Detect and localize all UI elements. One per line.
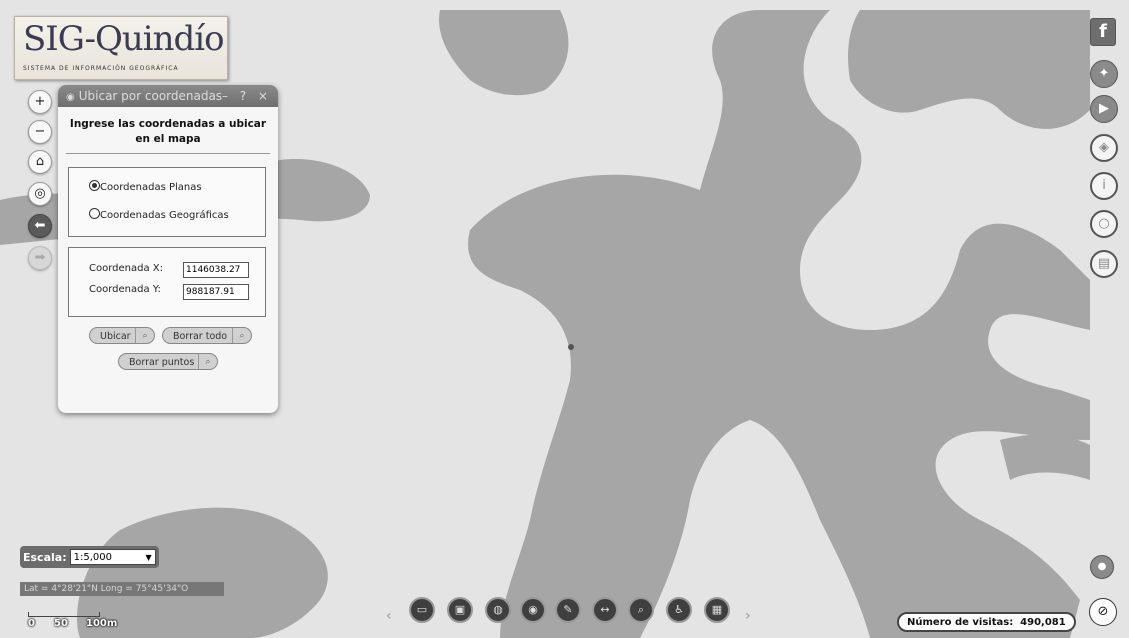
locate-by-coordinates-panel: ◉ Ubicar por coordenadas – ? × Ingrese la…: [58, 85, 278, 413]
forward-button[interactable]: ➡: [28, 246, 52, 270]
scalebar-tick-50: 50: [54, 618, 68, 629]
youtube-icon[interactable]: ▶: [1090, 95, 1118, 123]
pencil-icon[interactable]: ✎: [555, 597, 581, 623]
panel-header[interactable]: ◉ Ubicar por coordenadas – ? ×: [58, 85, 278, 107]
info-icon[interactable]: i: [1090, 172, 1118, 200]
locate-icon: ◎: [34, 186, 46, 201]
measure-icon[interactable]: ↔: [592, 597, 618, 623]
ruler-icon[interactable]: ▭: [409, 597, 435, 623]
search-map-icon[interactable]: ⌕: [628, 597, 654, 623]
search-icon: ⌕: [135, 328, 154, 343]
scale-label: Escala:: [23, 550, 67, 564]
radio-selected-icon: [89, 180, 100, 191]
home-icon: ⌂: [35, 154, 45, 169]
circle-icon[interactable]: ○: [1090, 210, 1118, 238]
facebook-icon[interactable]: f: [1090, 18, 1116, 46]
coord-y-label: Coordenada Y:: [89, 284, 161, 295]
zoom-in-button[interactable]: +: [28, 90, 52, 114]
search-icon: ⌕: [198, 354, 217, 369]
pin-icon: ◉: [66, 92, 75, 103]
visit-counter: Número de visitas: 490,081: [897, 612, 1076, 632]
print-icon[interactable]: ▤: [1090, 250, 1118, 278]
ubicar-button[interactable]: Ubicar ⌕: [89, 327, 155, 344]
chevron-down-icon: ▼: [145, 553, 152, 562]
visit-counter-value: 490,081: [1020, 617, 1066, 628]
locate-button[interactable]: ◎: [28, 182, 52, 206]
borrar-todo-label: Borrar todo: [173, 331, 228, 342]
arrow-left-icon: ⬅: [34, 218, 46, 233]
radio-planas-label: Coordenadas Planas: [100, 182, 202, 193]
radio-unselected-icon: [89, 208, 100, 219]
borrar-puntos-button[interactable]: Borrar puntos ⌕: [118, 353, 218, 370]
mouse-coordinates-readout: Lat = 4°28'21"N Long = 75°45'34"O: [20, 582, 224, 596]
panel-window-controls[interactable]: – ? ×: [222, 85, 272, 107]
logo-subtitle: SISTEMA DE INFORMACIÓN GEOGRÁFICA: [23, 65, 179, 72]
coord-x-label: Coordenada X:: [89, 263, 163, 274]
coordinate-inputs-group: Coordenada X: Coordenada Y:: [68, 247, 266, 317]
plus-icon: +: [34, 94, 46, 109]
radio-geograficas[interactable]: Coordenadas Geográficas: [89, 208, 229, 221]
coord-x-input[interactable]: [183, 262, 249, 278]
borrar-puntos-label: Borrar puntos: [129, 357, 195, 368]
scale-bar: [28, 612, 100, 617]
twitter-icon[interactable]: ✦: [1090, 60, 1118, 88]
toolbar-next-arrow-icon[interactable]: ›: [745, 608, 751, 624]
back-button[interactable]: ⬅: [28, 214, 52, 238]
panel-instruction: Ingrese las coordenadas a ubicar en el m…: [66, 117, 270, 154]
arrow-right-icon: ➡: [34, 250, 46, 265]
panel-title: Ubicar por coordenadas: [78, 89, 223, 103]
radio-planas[interactable]: Coordenadas Planas: [89, 180, 202, 193]
scalebar-tick-0: 0: [28, 618, 35, 629]
layers-icon[interactable]: ◈: [1090, 134, 1118, 162]
ubicar-label: Ubicar: [100, 331, 131, 342]
radio-geograficas-label: Coordenadas Geográficas: [100, 210, 229, 221]
table-icon[interactable]: ▦: [704, 597, 730, 623]
image-icon[interactable]: ▣: [447, 597, 473, 623]
minus-icon: −: [34, 124, 46, 139]
toolbar-prev-arrow-icon[interactable]: ‹: [386, 608, 392, 624]
scalebar-tick-100: 100m: [86, 618, 118, 629]
settings-icon[interactable]: ●: [1090, 555, 1114, 579]
search-icon: ⌕: [232, 328, 251, 343]
scale-control: Escala: 1:5,000 ▼: [20, 546, 159, 568]
zoom-out-button[interactable]: −: [28, 120, 52, 144]
sig-quindio-logo[interactable]: SIG-Quindío SISTEMA DE INFORMACIÓN GEOGR…: [14, 16, 228, 80]
visit-counter-label: Número de visitas:: [907, 617, 1014, 628]
borrar-todo-button[interactable]: Borrar todo ⌕: [162, 327, 252, 344]
logo-title: SIG-Quindío: [23, 19, 225, 59]
globe-icon[interactable]: ◍: [485, 597, 511, 623]
hide-eye-icon[interactable]: ⊘: [1089, 598, 1117, 626]
pin-location-icon[interactable]: ◉: [520, 597, 546, 623]
accessibility-icon[interactable]: ♿: [666, 597, 692, 623]
scale-select[interactable]: 1:5,000 ▼: [69, 549, 156, 565]
coord-y-input[interactable]: [183, 284, 249, 300]
home-button[interactable]: ⌂: [28, 150, 52, 174]
scale-value: 1:5,000: [73, 552, 112, 563]
coordinate-type-group: Coordenadas Planas Coordenadas Geográfic…: [68, 167, 266, 237]
